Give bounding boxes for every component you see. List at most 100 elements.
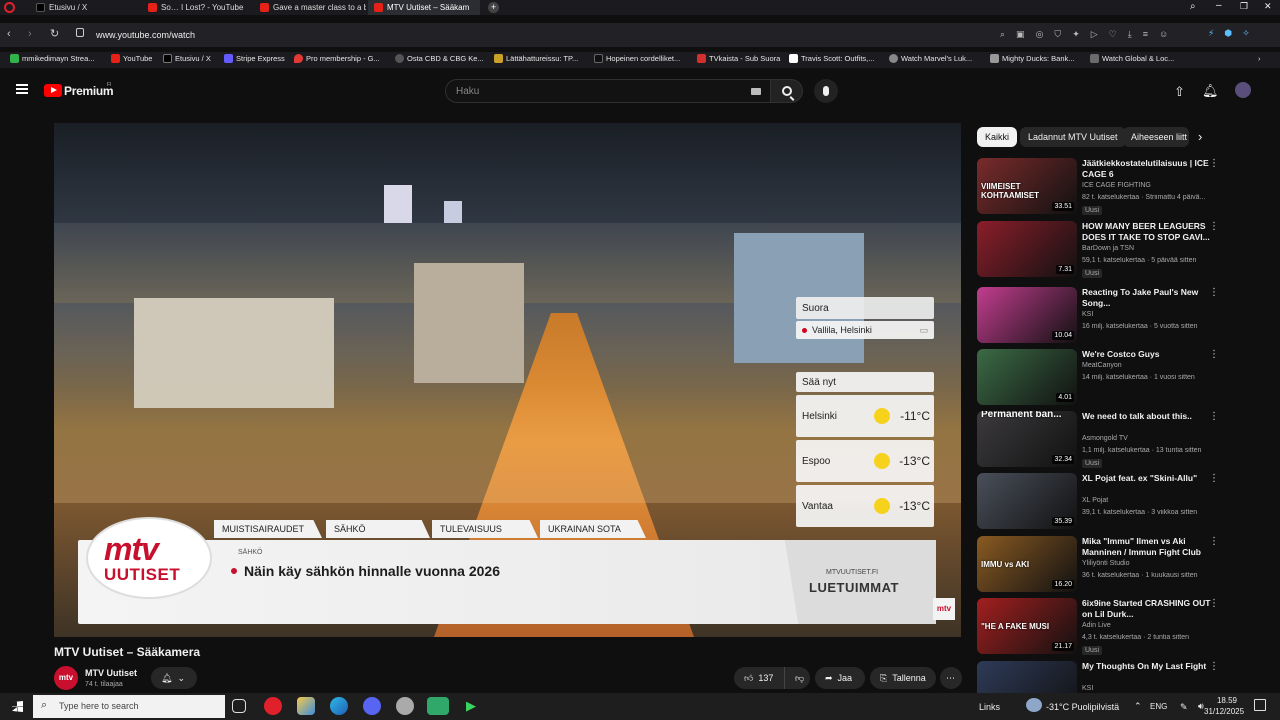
shield-icon[interactable]: ⛉ <box>1054 29 1061 40</box>
more-options-icon[interactable]: ⋮ <box>1209 598 1219 609</box>
recommended-channel[interactable]: KSI <box>1082 311 1093 318</box>
zoom-icon[interactable]: ⌕ <box>1000 29 1005 40</box>
windows-start-icon[interactable] <box>12 701 23 712</box>
bookmarks-overflow-icon[interactable]: › <box>1258 54 1261 63</box>
minimize-button[interactable]: – <box>1216 0 1222 11</box>
recommended-title[interactable]: XL Pojat feat. ex "Skini-Allu" <box>1082 473 1214 484</box>
menu-icon[interactable]: ≡ <box>1143 29 1148 40</box>
search-button[interactable] <box>771 79 803 103</box>
chip-all[interactable]: Kaikki <box>977 127 1018 147</box>
app-icon[interactable] <box>396 697 414 715</box>
recommended-video[interactable]: "HE A FAKE MUSI 21.17 6ix9ine Started CRAS… <box>977 598 1277 656</box>
chip-related[interactable]: Aiheeseen liitt <box>1123 127 1189 147</box>
video-thumbnail[interactable]: Permanent ban... 32.34 <box>977 411 1077 467</box>
ai-icon[interactable]: ✧ <box>1242 28 1250 42</box>
edge-icon[interactable] <box>330 697 348 715</box>
like-button[interactable]: 👍︎ 137 <box>734 667 784 689</box>
recommended-title[interactable]: Jäätkiekkostatelutilaisuus | ICE CAGE 6 <box>1082 158 1214 180</box>
url-field[interactable]: www.youtube.com/watch <box>96 30 195 40</box>
video-thumbnail[interactable]: 7.31 <box>977 221 1077 277</box>
upload-icon[interactable]: ⇧ <box>1174 84 1185 100</box>
bookmark-12[interactable]: Watch Global & Loc... <box>1090 54 1174 63</box>
bookmark-6[interactable]: Lättähattureissu: TP... <box>494 54 578 63</box>
recommended-channel[interactable]: Adin Live <box>1082 622 1111 629</box>
clock-time[interactable]: 18.59 <box>1212 696 1242 705</box>
bookmark-7[interactable]: Hopeinen cordelliket... <box>594 54 680 63</box>
close-button[interactable]: ✕ <box>1264 1 1272 12</box>
recommended-title[interactable]: My Thoughts On My Last Fight <box>1082 661 1214 672</box>
recommended-channel[interactable]: XL Pojat <box>1082 497 1108 504</box>
back-icon[interactable]: ‹ <box>7 28 11 40</box>
recommended-channel[interactable]: MeatCanyon <box>1082 362 1122 369</box>
bookmark-11[interactable]: Mighty Ducks: Bank... <box>990 54 1075 63</box>
forward-icon[interactable]: › <box>28 28 32 40</box>
play-icon[interactable]: ▷ <box>1091 29 1098 40</box>
recommended-title[interactable]: We're Costco Guys <box>1082 349 1214 360</box>
youtube-logo-icon[interactable] <box>44 84 62 97</box>
recommended-video[interactable]: Permanent ban... 32.34 We need to talk abo… <box>977 411 1277 469</box>
more-options-icon[interactable]: ⋮ <box>1209 661 1219 672</box>
snapshot-icon[interactable]: ◎ <box>1036 29 1044 40</box>
discord-icon[interactable] <box>363 697 381 715</box>
download-icon[interactable]: ⤓ <box>1128 29 1132 40</box>
tab-2[interactable]: Gave a master class to a b <box>254 0 366 15</box>
recommended-channel[interactable]: ICE CAGE FIGHTING <box>1082 182 1151 189</box>
recommended-channel[interactable]: Yliliyönti Studio <box>1082 560 1129 567</box>
maximize-button[interactable]: ❐ <box>1240 1 1248 12</box>
extensions-icon[interactable]: ✦ <box>1072 29 1080 40</box>
save-button[interactable]: ⎘ Tallenna <box>870 667 936 689</box>
voice-search-button[interactable] <box>814 79 838 103</box>
bookmark-2[interactable]: Etusivu / X <box>163 54 211 63</box>
video-thumbnail[interactable]: "HE A FAKE MUSI 21.17 <box>977 598 1077 654</box>
profile-icon[interactable]: ☺ <box>1159 29 1168 40</box>
volume-icon[interactable]: 🔊︎ <box>1198 701 1204 712</box>
task-view-icon[interactable] <box>232 699 246 713</box>
more-options-icon[interactable]: ⋮ <box>1209 221 1219 232</box>
more-options-icon[interactable]: ⋮ <box>1209 349 1219 360</box>
recommended-title[interactable]: Mika "Immu" Ilmen vs Aki Manninen / Immu… <box>1082 536 1214 558</box>
youtube-premium-logo[interactable]: Premium <box>64 84 114 98</box>
search-input[interactable]: Haku <box>445 79 771 103</box>
recommended-title[interactable]: HOW MANY BEER LEAGUERS DOES IT TAKE TO S… <box>1082 221 1214 243</box>
more-options-icon[interactable]: ⋮ <box>1209 158 1219 169</box>
bookmark-10[interactable]: Watch Marvel's Luk... <box>889 54 972 63</box>
more-options-icon[interactable]: ⋮ <box>1209 411 1219 422</box>
recommended-video[interactable]: 7.31 HOW MANY BEER LEAGUERS DOES IT TAKE … <box>977 221 1277 279</box>
media-player-icon[interactable]: ▶ <box>462 697 480 715</box>
tab-3-active[interactable]: MTV Uutiset – Sääkam <box>368 0 480 15</box>
more-actions-button[interactable]: ⋯ <box>940 667 962 689</box>
recommended-video[interactable]: IMMU vs AKI 16.20 Mika "Immu" Ilmen vs Aki… <box>977 536 1277 594</box>
ext-icon[interactable]: ⚡ <box>1208 28 1214 42</box>
video-player[interactable]: Suora Vallila, Helsinki ▭ Sää nyt Helsin… <box>54 123 961 637</box>
share-button[interactable]: ➦ Jaa <box>815 667 865 689</box>
lang-indicator[interactable]: ENG <box>1150 702 1167 711</box>
channel-avatar[interactable]: mtv <box>54 666 78 690</box>
opera-taskbar-icon[interactable] <box>264 697 282 715</box>
bookmark-0[interactable]: mmikedimayn Strea... <box>10 54 95 63</box>
recommended-title[interactable]: 6ix9ine Started CRASHING OUT on Lil Durk… <box>1082 598 1214 620</box>
new-tab-button[interactable]: + <box>488 2 499 13</box>
bookmark-1[interactable]: YouTube <box>111 54 152 63</box>
heart-icon[interactable]: ♡ <box>1109 29 1117 40</box>
video-thumbnail[interactable]: 10.04 <box>977 287 1077 343</box>
recommended-title[interactable]: We need to talk about this.. <box>1082 411 1214 422</box>
channel-name[interactable]: MTV Uutiset <box>85 668 137 678</box>
video-thumbnail[interactable]: VIIMEISET KOHTAAMISET 33.51 <box>977 158 1077 214</box>
network-icon[interactable]: ✎ <box>1180 702 1188 713</box>
search-icon[interactable]: ⌕ <box>1190 1 1196 12</box>
bookmark-9[interactable]: Travis Scott: Outfits,... <box>789 54 875 63</box>
notifications-icon[interactable] <box>1254 699 1266 711</box>
links-toolbar[interactable]: Links <box>979 702 1000 712</box>
camera-icon[interactable]: ▣ <box>1016 29 1025 40</box>
bookmark-3[interactable]: Stripe Express <box>224 54 285 63</box>
bookmark-8[interactable]: TVkaista - Sub Suora <box>697 54 780 63</box>
recommended-video[interactable]: 4.01 We're Costco Guys MeatCanyon 14 milj. … <box>977 349 1277 407</box>
tab-1[interactable]: So… I Lost? - YouTube <box>142 0 252 15</box>
recommended-video[interactable]: VIIMEISET KOHTAAMISET 33.51 Jäätkiekkostat… <box>977 158 1277 216</box>
video-thumbnail[interactable]: IMMU vs AKI 16.20 <box>977 536 1077 592</box>
hamburger-menu-icon[interactable] <box>16 84 28 86</box>
chips-next-icon[interactable]: › <box>1198 129 1202 144</box>
subscription-bell-button[interactable]: 🔔︎ ⌄ <box>151 667 197 689</box>
bookmark-5[interactable]: Osta CBD & CBG Ke... <box>395 54 484 63</box>
recommended-channel[interactable]: BarDown ja TSN <box>1082 245 1134 252</box>
